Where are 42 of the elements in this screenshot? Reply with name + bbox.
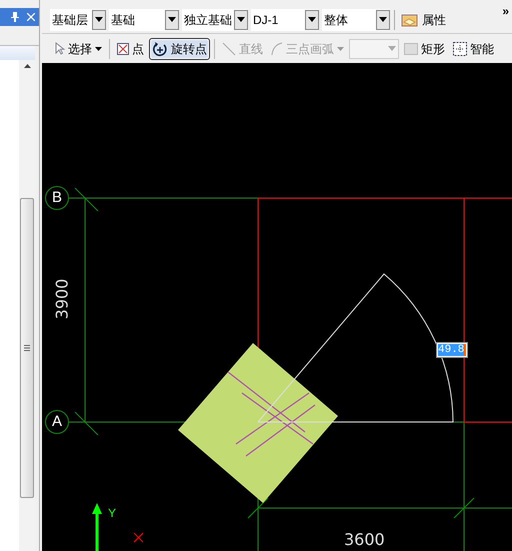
- caret-icon: [168, 17, 176, 22]
- caret-icon: [308, 17, 316, 22]
- caret-icon: [95, 17, 103, 22]
- caret-icon: [237, 17, 245, 22]
- caret-icon: [379, 17, 387, 22]
- tool-button[interactable]: 旋转点: [149, 38, 210, 60]
- axis-bubble: A: [45, 410, 69, 434]
- line-icon: [222, 42, 236, 56]
- cursor-icon: [55, 42, 65, 55]
- dropdown[interactable]: 基础: [109, 8, 179, 30]
- caret-icon: [95, 46, 102, 50]
- tool-button[interactable]: 矩形: [401, 38, 448, 60]
- grip-icon: [24, 345, 30, 351]
- arc-icon: [271, 42, 283, 56]
- axis-bubble: B: [45, 186, 69, 210]
- scroll-up-icon[interactable]: [24, 64, 30, 68]
- axis-indicator: [92, 503, 102, 551]
- dimension-text: 3900: [51, 278, 72, 320]
- properties-button[interactable]: 属性: [399, 10, 448, 28]
- scroll-thumb[interactable]: [20, 198, 34, 498]
- dropdown[interactable]: 独立基础: [182, 8, 248, 30]
- smart-icon: [453, 42, 467, 56]
- tool-button[interactable]: 智能: [450, 38, 497, 60]
- caret-icon: [388, 46, 396, 51]
- scrollbar[interactable]: [19, 60, 35, 551]
- pin-icon[interactable]: [11, 12, 19, 22]
- rotate-icon: [152, 40, 168, 56]
- caret-icon: [337, 46, 344, 50]
- panel-header: [0, 46, 35, 60]
- overflow-chevron[interactable]: »: [502, 2, 509, 20]
- tool-button[interactable]: 点: [114, 38, 147, 60]
- axis-label: Y: [108, 505, 116, 522]
- close-icon[interactable]: [27, 13, 35, 21]
- x-axis-marker-icon: [134, 532, 144, 542]
- point-icon: [117, 42, 129, 54]
- dropdown[interactable]: 整体: [322, 8, 390, 30]
- rectangle-icon: [404, 42, 418, 54]
- dimension-text: 3600: [344, 529, 385, 551]
- dropdown[interactable]: DJ-1: [251, 8, 319, 30]
- dropdown[interactable]: 基础层: [50, 8, 106, 30]
- folder-icon: [401, 12, 418, 26]
- tool-button[interactable]: 选择: [52, 38, 105, 60]
